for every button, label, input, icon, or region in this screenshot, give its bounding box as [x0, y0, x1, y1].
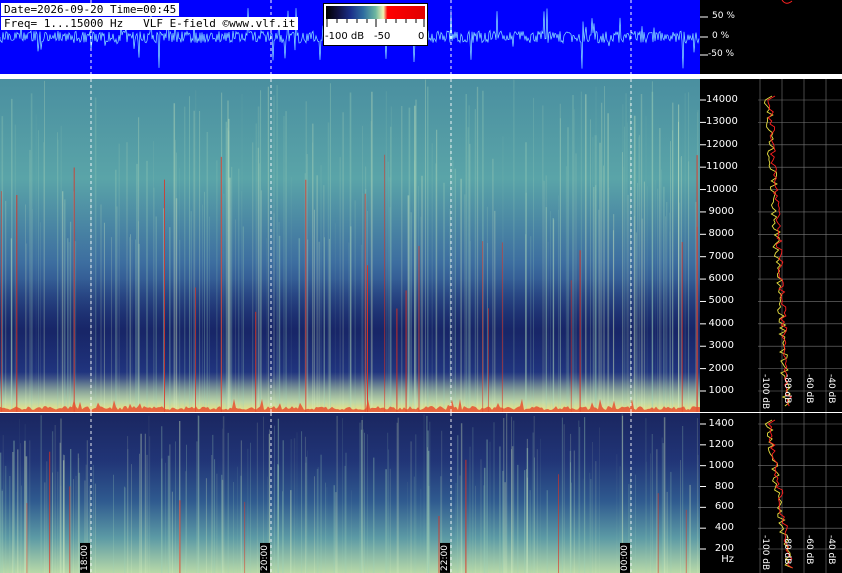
db-label: -60 dB	[804, 374, 814, 404]
legend-label-mid: -50	[374, 31, 391, 42]
freq-tick-label: 1400	[708, 418, 734, 429]
freq-tick-label: 200 Hz	[714, 543, 734, 565]
color-scale-bar	[326, 6, 425, 19]
time-label-2200: 22:00	[440, 543, 450, 573]
db-label: -60 dB	[804, 535, 814, 565]
freq-tick-label: 2000	[708, 362, 734, 374]
legend-label-max: 0	[418, 31, 425, 42]
waveform-scale: 50 % 0 % -50 %	[700, 0, 842, 74]
time-label-1800: 18:00	[80, 543, 90, 573]
freq-tick-label: 4000	[708, 317, 734, 329]
spectrogram-low	[0, 413, 700, 573]
freq-tick-label: 9000	[708, 205, 734, 217]
db-label: -80 dB	[782, 374, 792, 404]
freq-tick-label: 1000	[708, 459, 734, 471]
freq-tick-label: 800	[714, 480, 734, 492]
spectrogram-high	[0, 79, 700, 412]
freq-tick-label: 1000	[708, 385, 734, 396]
frequency-axis-high: 14000 13000 12000 11000 10000 9000 8000 7000 600…	[700, 79, 842, 412]
frequency-info-label: Freq= 1...15000 Hz VLF E-field ©www.vlf.…	[1, 17, 299, 30]
freq-tick-label: 3000	[708, 340, 734, 352]
freq-tick-label: 600	[714, 501, 734, 513]
db-label: -80 dB	[782, 535, 792, 565]
wave-scale-minus50: -50 %	[708, 49, 735, 59]
db-label: -100 dB	[760, 535, 770, 571]
db-label: -40 dB	[826, 374, 836, 404]
freq-tick-label: 7000	[708, 250, 734, 262]
freq-tick-label: 11000	[706, 161, 738, 173]
freq-tick-label: 12000	[706, 138, 738, 150]
color-scale-legend: -100 dB -50 0	[323, 3, 428, 46]
separator	[0, 74, 700, 78]
freq-tick-label: 14000	[706, 94, 738, 105]
wave-scale-0: 0 %	[712, 31, 730, 41]
freq-tick-label: 10000	[706, 183, 738, 195]
spectrogram-high-lines	[0, 79, 700, 412]
freq-tick-label: 8000	[708, 228, 734, 240]
freq-tick-label: 400	[714, 522, 734, 534]
time-label-0000: 00:00	[620, 543, 630, 573]
time-label-2000: 20:00	[260, 543, 270, 573]
db-label: -40 dB	[826, 535, 836, 565]
wave-scale-50: 50 %	[712, 11, 735, 21]
date-time-label: Date=2026-09-20 Time=00:45	[1, 3, 180, 16]
legend-label-min: -100 dB	[325, 31, 365, 42]
spectrogram-low-lines	[0, 413, 699, 573]
frequency-axis-low: 1400 1200 1000 800 600 400 200 Hz -100 dB -80 dB…	[700, 413, 842, 573]
freq-tick-label: 6000	[708, 273, 734, 285]
freq-tick-label: 5000	[708, 295, 734, 307]
freq-tick-label: 13000	[706, 116, 738, 128]
db-label: -100 dB	[760, 374, 770, 410]
freq-tick-label: 1200	[708, 438, 734, 450]
color-scale-ticks	[326, 19, 425, 27]
